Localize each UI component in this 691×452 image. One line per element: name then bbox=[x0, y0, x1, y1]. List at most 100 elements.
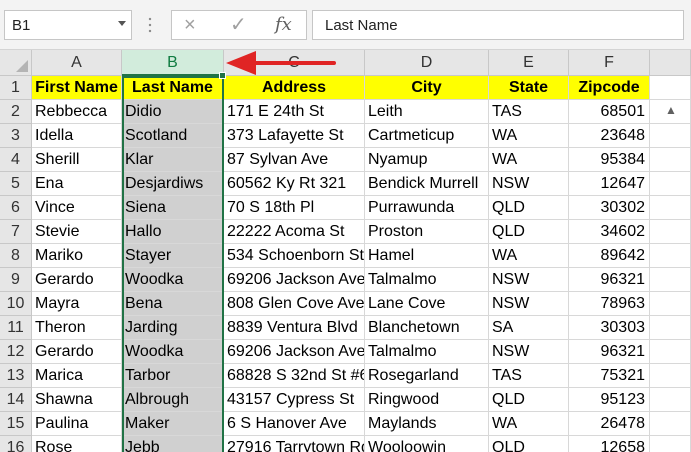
table-cell[interactable]: Rosegarland bbox=[365, 364, 489, 388]
row-header[interactable]: 12 bbox=[0, 340, 32, 364]
table-cell[interactable]: 34602 bbox=[569, 220, 650, 244]
table-cell[interactable]: 95123 bbox=[569, 388, 650, 412]
table-cell[interactable]: Woodka bbox=[122, 268, 224, 292]
cancel-icon[interactable]: × bbox=[184, 13, 196, 37]
table-cell[interactable]: TAS bbox=[489, 100, 569, 124]
name-box[interactable]: B1 bbox=[4, 10, 132, 40]
column-header-a[interactable]: A bbox=[32, 50, 122, 76]
table-cell[interactable]: NSW bbox=[489, 172, 569, 196]
column-header-d[interactable]: D bbox=[365, 50, 489, 76]
table-cell[interactable]: Rebbecca bbox=[32, 100, 122, 124]
table-cell[interactable]: WA bbox=[489, 412, 569, 436]
table-cell[interactable]: 69206 Jackson Ave bbox=[224, 268, 365, 292]
empty-cell[interactable] bbox=[650, 316, 691, 340]
table-cell[interactable]: Gerardo bbox=[32, 268, 122, 292]
table-cell[interactable]: Paulina bbox=[32, 412, 122, 436]
table-cell[interactable]: Vince bbox=[32, 196, 122, 220]
table-cell[interactable]: NSW bbox=[489, 340, 569, 364]
table-cell[interactable]: 95384 bbox=[569, 148, 650, 172]
check-icon[interactable]: ✓ bbox=[230, 13, 247, 37]
column-header-b[interactable]: B bbox=[122, 50, 224, 76]
row-header[interactable]: 13 bbox=[0, 364, 32, 388]
empty-cell[interactable] bbox=[650, 124, 691, 148]
table-cell[interactable]: 68828 S 32nd St #6 bbox=[224, 364, 365, 388]
empty-cell[interactable] bbox=[650, 340, 691, 364]
empty-cell[interactable] bbox=[650, 148, 691, 172]
table-cell[interactable]: Shawna bbox=[32, 388, 122, 412]
table-cell[interactable]: 30302 bbox=[569, 196, 650, 220]
table-cell[interactable]: 68501 bbox=[569, 100, 650, 124]
empty-cell[interactable] bbox=[650, 268, 691, 292]
table-cell[interactable]: TAS bbox=[489, 364, 569, 388]
column-header-overflow[interactable] bbox=[650, 50, 691, 76]
empty-cell[interactable] bbox=[650, 172, 691, 196]
table-cell[interactable]: 534 Schoenborn St bbox=[224, 244, 365, 268]
table-cell[interactable]: WA bbox=[489, 148, 569, 172]
table-cell[interactable]: Proston bbox=[365, 220, 489, 244]
header-cell[interactable]: State bbox=[489, 76, 569, 100]
table-cell[interactable]: NSW bbox=[489, 268, 569, 292]
table-cell[interactable]: 89642 bbox=[569, 244, 650, 268]
select-all-corner[interactable] bbox=[0, 50, 32, 76]
empty-cell[interactable] bbox=[650, 436, 691, 452]
row-header[interactable]: 10 bbox=[0, 292, 32, 316]
table-cell[interactable]: WA bbox=[489, 244, 569, 268]
table-cell[interactable]: 70 S 18th Pl bbox=[224, 196, 365, 220]
table-cell[interactable]: Bendick Murrell bbox=[365, 172, 489, 196]
table-cell[interactable]: Sherill bbox=[32, 148, 122, 172]
row-header[interactable]: 16 bbox=[0, 436, 32, 452]
row-header[interactable]: 4 bbox=[0, 148, 32, 172]
formula-input[interactable]: Last Name bbox=[312, 10, 684, 40]
table-cell[interactable]: 60562 Ky Rt 321 bbox=[224, 172, 365, 196]
table-cell[interactable]: Gerardo bbox=[32, 340, 122, 364]
empty-cell[interactable] bbox=[650, 292, 691, 316]
table-cell[interactable]: Desjardiws bbox=[122, 172, 224, 196]
table-cell[interactable]: 69206 Jackson Ave bbox=[224, 340, 365, 364]
table-cell[interactable]: Talmalmo bbox=[365, 340, 489, 364]
header-cell[interactable]: First Name bbox=[32, 76, 122, 100]
table-cell[interactable]: Marica bbox=[32, 364, 122, 388]
header-cell[interactable]: Address bbox=[224, 76, 365, 100]
table-cell[interactable]: 96321 bbox=[569, 340, 650, 364]
table-cell[interactable]: WA bbox=[489, 124, 569, 148]
table-cell[interactable]: 23648 bbox=[569, 124, 650, 148]
table-cell[interactable]: 8839 Ventura Blvd bbox=[224, 316, 365, 340]
empty-cell[interactable] bbox=[650, 76, 691, 100]
empty-cell[interactable] bbox=[650, 412, 691, 436]
empty-cell[interactable] bbox=[650, 388, 691, 412]
table-cell[interactable]: Scotland bbox=[122, 124, 224, 148]
table-cell[interactable]: Bena bbox=[122, 292, 224, 316]
empty-cell[interactable] bbox=[650, 220, 691, 244]
table-cell[interactable]: 373 Lafayette St bbox=[224, 124, 365, 148]
table-cell[interactable]: 43157 Cypress St bbox=[224, 388, 365, 412]
row-header[interactable]: 7 bbox=[0, 220, 32, 244]
table-cell[interactable]: Jebb bbox=[122, 436, 224, 452]
row-header[interactable]: 15 bbox=[0, 412, 32, 436]
table-cell[interactable]: SA bbox=[489, 316, 569, 340]
table-cell[interactable]: 6 S Hanover Ave bbox=[224, 412, 365, 436]
fill-handle[interactable] bbox=[219, 72, 226, 79]
table-cell[interactable]: NSW bbox=[489, 292, 569, 316]
column-header-f[interactable]: F bbox=[569, 50, 650, 76]
row-header[interactable]: 6 bbox=[0, 196, 32, 220]
table-cell[interactable]: Blanchetown bbox=[365, 316, 489, 340]
table-cell[interactable]: Talmalmo bbox=[365, 268, 489, 292]
header-cell[interactable]: City bbox=[365, 76, 489, 100]
table-cell[interactable]: 27916 Tarrytown Rd bbox=[224, 436, 365, 452]
empty-cell[interactable] bbox=[650, 196, 691, 220]
table-cell[interactable]: Rose bbox=[32, 436, 122, 452]
header-cell[interactable]: Last Name bbox=[122, 76, 224, 100]
function-icon[interactable]: fx bbox=[275, 13, 292, 37]
table-cell[interactable]: Mariko bbox=[32, 244, 122, 268]
column-header-e[interactable]: E bbox=[489, 50, 569, 76]
table-cell[interactable]: Siena bbox=[122, 196, 224, 220]
table-cell[interactable]: 12658 bbox=[569, 436, 650, 452]
table-cell[interactable]: 171 E 24th St bbox=[224, 100, 365, 124]
row-header[interactable]: 9 bbox=[0, 268, 32, 292]
table-cell[interactable]: QLD bbox=[489, 436, 569, 452]
row-header[interactable]: 11 bbox=[0, 316, 32, 340]
table-cell[interactable]: Albrough bbox=[122, 388, 224, 412]
row-header[interactable]: 1 bbox=[0, 76, 32, 100]
table-cell[interactable]: Nyamup bbox=[365, 148, 489, 172]
table-cell[interactable]: 12647 bbox=[569, 172, 650, 196]
